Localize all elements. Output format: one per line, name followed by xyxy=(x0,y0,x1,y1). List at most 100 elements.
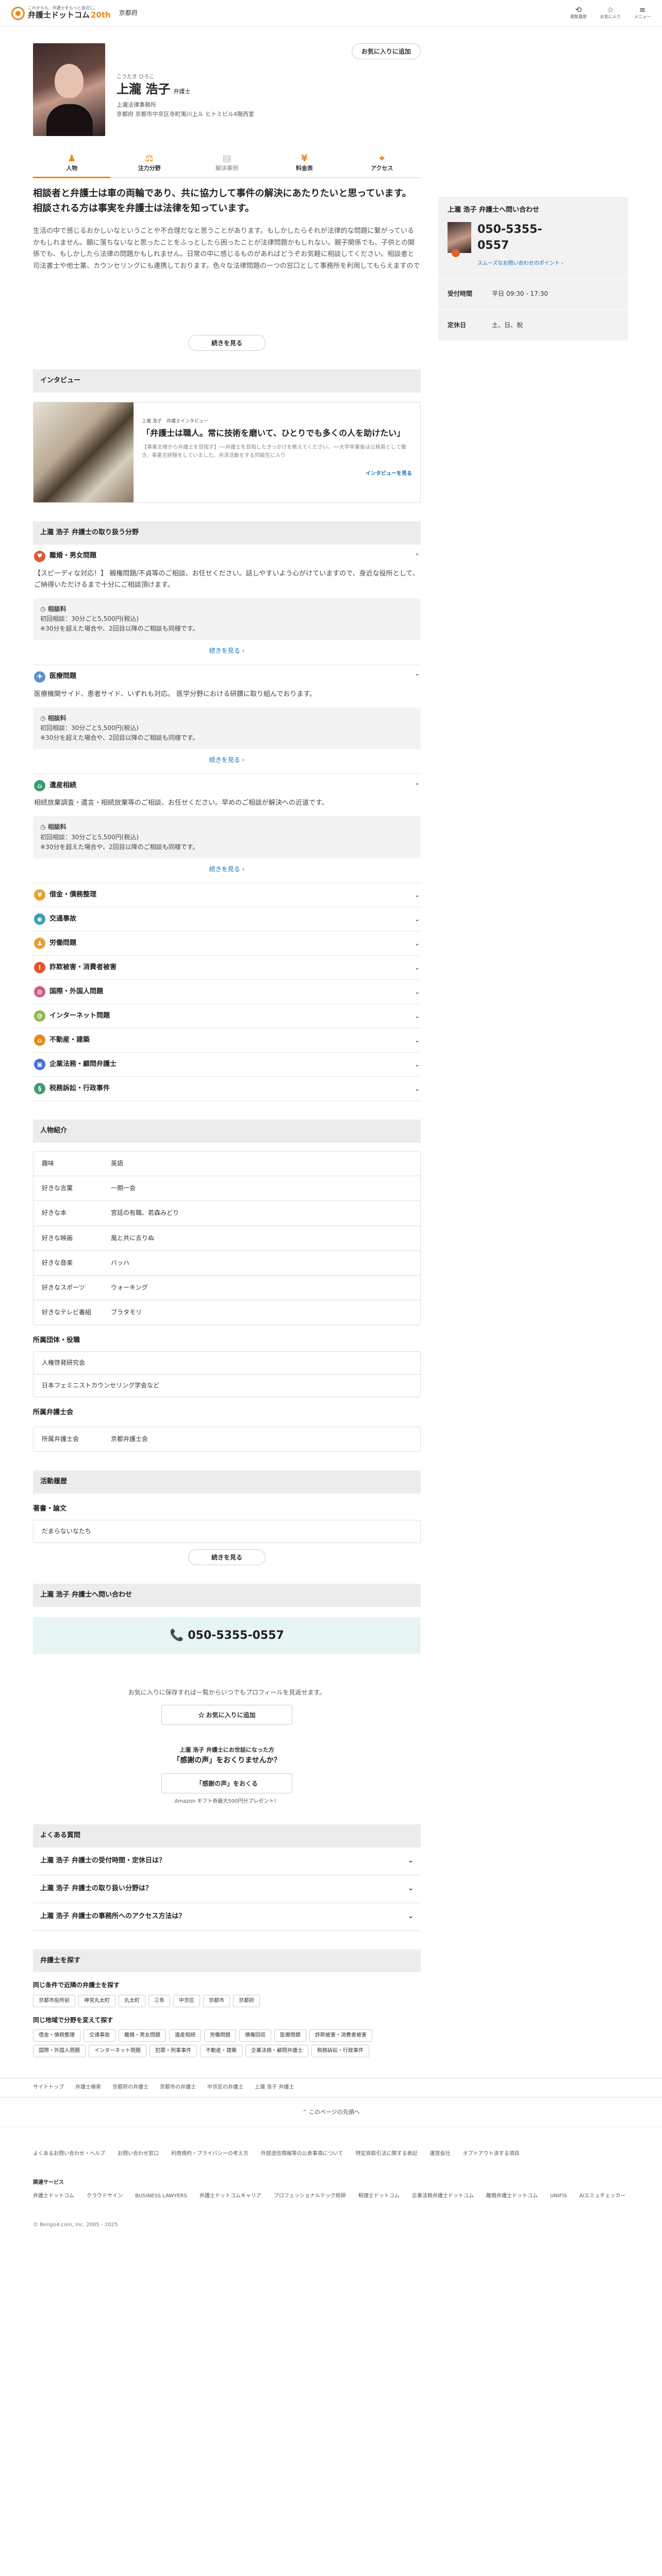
tab-person[interactable]: ♟ 人物 xyxy=(33,150,111,179)
service-link[interactable]: 企業法務弁護士ドットコム xyxy=(412,2192,474,2200)
footer-link[interactable]: よくあるお問い合わせ・ヘルプ xyxy=(33,2150,105,2158)
footer-link[interactable]: 外部送信情報等の公表事項について xyxy=(261,2150,343,2158)
field-more-link[interactable]: 続きを見る › xyxy=(33,858,421,883)
tab-focus-areas[interactable]: ⚖ 注力分野 xyxy=(110,150,188,177)
field-header[interactable]: ♟ 労働問題 ⌄ xyxy=(33,931,421,955)
field-chip[interactable]: 犯罪・刑事事件 xyxy=(150,2044,197,2057)
service-link[interactable]: 弁護士ドットコム xyxy=(33,2192,74,2200)
field-chip[interactable]: 労働問題 xyxy=(204,2029,236,2042)
field-header[interactable]: ▣ 企業法務・顧問弁護士 ⌄ xyxy=(33,1053,421,1076)
breadcrumb-item[interactable]: 京都市の弁護士 xyxy=(160,2084,196,2090)
field-header[interactable]: ♥ 離婚・男女問題 ⌃ xyxy=(33,545,421,568)
field-header[interactable]: ⌂ 遺産相続 ⌃ xyxy=(33,774,421,798)
chevron-up-icon: ⌃ xyxy=(414,672,420,680)
field-header[interactable]: ◉ 交通事故 ⌄ xyxy=(33,907,421,931)
breadcrumb-item[interactable]: サイトトップ xyxy=(33,2084,64,2090)
chevron-up-icon: ⌃ xyxy=(302,2108,309,2115)
service-link[interactable]: AIエミュチェッカー xyxy=(580,2192,626,2200)
contact-tip-link[interactable]: スムーズなお問い合わせのポイント › xyxy=(438,257,628,278)
add-favorite-button-bottom[interactable]: ☆ お気に入りに追加 xyxy=(161,1705,292,1725)
interview-card[interactable]: 上瀧 浩子 弁護士インタビュー 「弁護士は職人。常に技術を磨いて、ひとりでも多く… xyxy=(33,401,421,503)
sidebar-phone[interactable]: 050-5355- 0557 xyxy=(438,219,628,257)
field-description: 医療機関サイド、患者サイド、いずれも対応。 医学分野における研鑽に取り組んでおり… xyxy=(34,690,317,698)
fields-expanded-list: ♥ 離婚・男女問題 ⌃ 【スピーディな対応！】 親権問題/不貞等のご相談、お任せくださ… xyxy=(33,545,421,884)
profile-info: こうたき ひろこ 上瀧 浩子 弁護士 上瀧法律事務所 京都府 京都市中京区寺町夷川… xyxy=(117,43,254,136)
faq-item[interactable]: 上瀧 浩子 弁護士の事務所へのアクセス方法は？ ⌄ xyxy=(33,1903,421,1931)
send-thanks-button[interactable]: 「感謝の声」をおくる xyxy=(161,1773,292,1794)
faq-item[interactable]: 上瀧 浩子 弁護士の受付時間・定休日は？ ⌄ xyxy=(33,1848,421,1875)
field-header[interactable]: ! 詐欺被害・消費者被害 ⌄ xyxy=(33,956,421,979)
footer-link[interactable]: 利用規約・プライバシーの考え方 xyxy=(171,2150,249,2158)
field-header[interactable]: ⌂ 不動産・建築 ⌄ xyxy=(33,1028,421,1052)
fee-label: 相談料 xyxy=(47,605,67,613)
fields-heading: 上瀧 浩子 弁護士の取り扱う分野 xyxy=(33,521,421,545)
area-chip[interactable]: 京都市役所前 xyxy=(33,1994,75,2007)
site-logo[interactable]: これからも、弁護士をもっと身近に。 弁護士ドットコム 20th xyxy=(11,6,111,20)
activity-more-button[interactable]: 続きを見る xyxy=(188,1549,266,1566)
service-link[interactable]: UNIFIS xyxy=(550,2192,567,2200)
area-chip[interactable]: 丸太町 xyxy=(119,1994,145,2007)
field-chip[interactable]: インターネット問題 xyxy=(89,2044,146,2057)
field-chip[interactable]: 税務訴訟・行政事件 xyxy=(311,2044,369,2057)
field-chip[interactable]: 離婚・男女問題 xyxy=(119,2029,166,2042)
field-header[interactable]: ◍ 国際・外国人問題 ⌄ xyxy=(33,980,421,1004)
interview-body: 上瀧 浩子 弁護士インタビュー 「弁護士は職人。常に技術を磨いて、ひとりでも多く… xyxy=(134,402,420,502)
service-link[interactable]: 離婚弁護士ドットコム xyxy=(486,2192,538,2200)
area-chip[interactable]: 中京区 xyxy=(173,1994,200,2007)
service-link[interactable]: 弁護士ドットコムキャリア xyxy=(200,2192,261,2200)
service-link[interactable]: プロフェッショナルテック総研 xyxy=(274,2192,346,2200)
field-more-link[interactable]: 続きを見る › xyxy=(33,640,421,664)
hamburger-icon: ≡ xyxy=(639,5,646,14)
footer-links: よくあるお問い合わせ・ヘルプ お問い合わせ窓口 利用規約・プライバシーの考え方 外部送… xyxy=(33,2150,629,2158)
history-button[interactable]: ⟲ 閲覧履歴 xyxy=(570,6,587,21)
footer-link[interactable]: 運営会社 xyxy=(430,2150,451,2158)
tab-fees[interactable]: ¥ 料金表 xyxy=(266,150,343,177)
tab-access[interactable]: ⌖ アクセス xyxy=(343,150,421,177)
intro-more-button[interactable]: 続きを見る xyxy=(188,334,266,351)
menu-button[interactable]: ≡ メニュー xyxy=(634,6,651,21)
service-link[interactable]: クラウドサイン xyxy=(87,2192,123,2200)
service-link[interactable]: 税理士ドットコム xyxy=(358,2192,400,2200)
area-chip[interactable]: 京都府 xyxy=(233,1994,260,2007)
contact-phone-button[interactable]: 📞 050-5355-0557 xyxy=(33,1617,421,1654)
bar-heading: 所属弁護士会 xyxy=(33,1409,74,1417)
field-name: 税務訴訟・行政事件 xyxy=(49,1084,110,1092)
back-to-top-link[interactable]: ⌃ このページの先頭へ xyxy=(0,2097,662,2128)
field-chip[interactable]: 遺産相続 xyxy=(169,2029,201,2042)
field-chip[interactable]: 国際・外国人問題 xyxy=(33,2044,86,2057)
field-chip[interactable]: 企業法務・顧問弁護士 xyxy=(245,2044,308,2057)
sidebar: 上瀧 浩子 弁護士へ問い合わせ 050-5355- 0557 スムーズなお問い合わ… xyxy=(438,27,628,1654)
field-header[interactable]: ¥ 借金・債務整理 ⌄ xyxy=(33,883,421,907)
faq-item[interactable]: 上瀧 浩子 弁護士の取り扱い分野は？ ⌄ xyxy=(33,1875,421,1903)
fee-label: 相談料 xyxy=(47,714,67,722)
interview-link[interactable]: インタビューを見る xyxy=(366,471,412,477)
area-chip[interactable]: 三条 xyxy=(148,1994,170,2007)
breadcrumb-item[interactable]: 中京区の弁護士 xyxy=(207,2084,243,2090)
field-header[interactable]: § 税務訴訟・行政事件 ⌄ xyxy=(33,1077,421,1100)
field-header[interactable]: ✚ 医療問題 ⌃ xyxy=(33,665,421,689)
field-icon: ¥ xyxy=(34,889,45,901)
field-chip[interactable]: 債権回収 xyxy=(239,2029,271,2042)
add-favorite-button[interactable]: お気に入りに追加 xyxy=(351,43,421,59)
footer-link[interactable]: オプトアウト済する項目 xyxy=(463,2150,520,2158)
field-header[interactable]: @ インターネット問題 ⌄ xyxy=(33,1004,421,1028)
field-item: ⌂ 不動産・建築 ⌄ xyxy=(33,1028,421,1053)
service-link[interactable]: BUSINESS LAWYERS xyxy=(135,2192,187,2200)
field-icon: ◍ xyxy=(34,986,45,998)
field-chip[interactable]: 不動産・建築 xyxy=(200,2044,242,2057)
field-more-link[interactable]: 続きを見る › xyxy=(33,749,421,773)
breadcrumb-item[interactable]: 京都府の弁護士 xyxy=(112,2084,148,2090)
add-favorite-label: お気に入りに追加 xyxy=(206,1711,256,1719)
footer-link[interactable]: お問い合わせ窓口 xyxy=(118,2150,159,2158)
favorites-button[interactable]: ☆ お気に入り xyxy=(600,6,621,21)
area-chip[interactable]: 京都市 xyxy=(203,1994,230,2007)
field-chip[interactable]: 詐欺被害・消費者被害 xyxy=(309,2029,372,2042)
footer-link[interactable]: 特定商取引法に関する表記 xyxy=(356,2150,418,2158)
bar-key: 所属弁護士会 xyxy=(42,1435,79,1443)
breadcrumb-item[interactable]: 弁護士検索 xyxy=(75,2084,101,2090)
area-chip[interactable]: 神宮丸太町 xyxy=(78,1994,115,2007)
bar-row: 所属弁護士会 京都弁護士会 xyxy=(34,1427,420,1451)
field-chip[interactable]: 借金・債務整理 xyxy=(33,2029,80,2042)
field-chip[interactable]: 交通事故 xyxy=(84,2029,115,2042)
field-chip[interactable]: 医療問題 xyxy=(274,2029,306,2042)
